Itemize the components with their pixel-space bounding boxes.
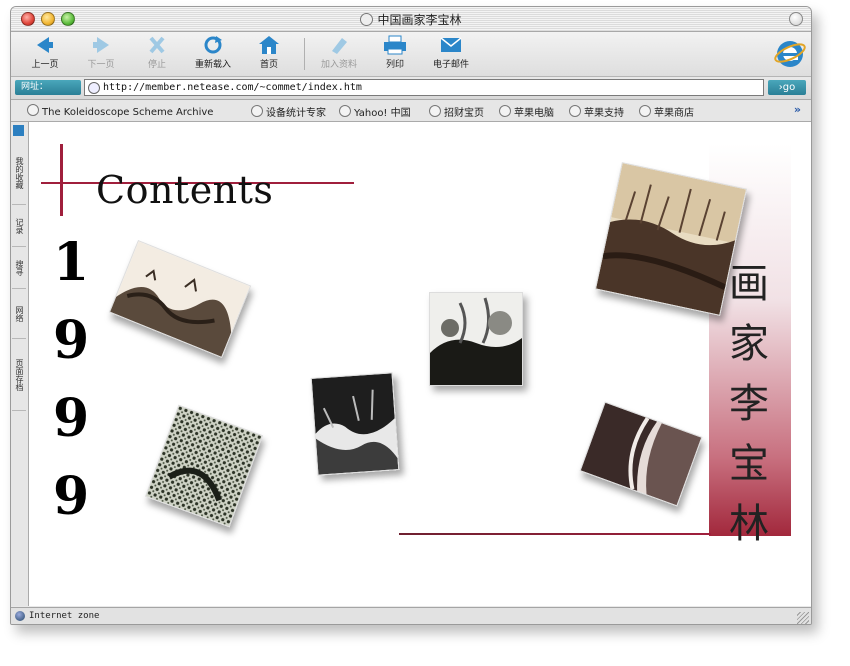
- bottom-rule: [399, 533, 711, 535]
- stop-x-icon: [149, 36, 165, 54]
- year-digit: 9: [53, 310, 90, 371]
- year-digit: 9: [53, 388, 90, 449]
- favorite-label: The Koleidoscope Scheme Archive: [42, 107, 214, 118]
- forward-arrow-icon: [93, 37, 109, 53]
- favorites-pen-icon: [332, 38, 347, 54]
- favorite-page-icon: [27, 104, 39, 116]
- home-icon: [259, 36, 279, 54]
- page-content: Contents 1 9 9 9 画 家 李 宝 林: [29, 122, 811, 606]
- favorite-link[interactable]: 苹果电脑: [499, 104, 554, 119]
- favorite-page-icon: [639, 105, 651, 117]
- artist-name-char: 林: [729, 501, 769, 547]
- explorer-bar-toggle-icon[interactable]: [13, 125, 24, 136]
- artist-name-vertical: 画 家 李 宝 林: [719, 254, 779, 554]
- favorite-page-icon: [499, 105, 511, 117]
- favorite-label: 苹果商店: [654, 108, 694, 119]
- favorite-label: 设备统计专家: [266, 108, 326, 119]
- printer-icon: [384, 35, 406, 55]
- painting-thumbnail-5[interactable]: [594, 162, 748, 316]
- year-digit: 1: [53, 232, 90, 293]
- side-tab-page-archive[interactable]: 页面存档: [12, 340, 26, 411]
- side-tab-favorites[interactable]: 我的收藏: [12, 142, 26, 205]
- window-title: 中国画家李宝林: [377, 13, 462, 27]
- explorer-side-tabs: 我的收藏 记录 搜寻 网络 页面存档: [11, 122, 29, 606]
- forward-label: 下一页: [87, 60, 115, 70]
- back-label: 上一页: [31, 60, 59, 70]
- page-icon: [360, 13, 374, 26]
- page-globe-icon: [88, 82, 100, 94]
- mail-label: 电子邮件: [432, 60, 469, 70]
- refresh-button[interactable]: 重新载入: [191, 35, 235, 70]
- refresh-icon: [204, 36, 222, 54]
- toolbar-toggle-button[interactable]: [789, 12, 803, 26]
- favorite-link[interactable]: 苹果商店: [639, 104, 694, 119]
- side-tab-label: 网络: [15, 306, 24, 322]
- resize-grip-icon[interactable]: [797, 612, 809, 624]
- favorite-label: 苹果电脑: [514, 108, 554, 119]
- favorites-bar: The Koleidoscope Scheme Archive 设备统计专家 Y…: [11, 100, 811, 122]
- stop-button[interactable]: 停止: [135, 35, 179, 70]
- side-tab-network[interactable]: 网络: [12, 290, 26, 339]
- browser-window: 中国画家李宝林 上一页 下一页 停止 重新载入 首页 加入资料 列印 电子邮件 …: [10, 6, 812, 625]
- internet-zone-globe-icon: [15, 611, 25, 621]
- title-bar[interactable]: 中国画家李宝林: [11, 7, 811, 32]
- year-digit: 9: [53, 466, 90, 527]
- stop-label: 停止: [147, 60, 166, 70]
- painting-thumbnail-6[interactable]: [579, 401, 703, 507]
- forward-button[interactable]: 下一页: [79, 35, 123, 70]
- print-label: 列印: [385, 60, 404, 70]
- artist-name-char: 家: [729, 321, 769, 367]
- home-button[interactable]: 首页: [247, 35, 291, 70]
- side-tab-label: 页面存档: [15, 359, 24, 391]
- favorite-page-icon: [339, 105, 351, 117]
- favorite-link[interactable]: 设备统计专家: [251, 104, 326, 119]
- favorite-link[interactable]: 苹果支持: [569, 104, 624, 119]
- print-button[interactable]: 列印: [373, 35, 417, 70]
- painting-thumbnail-2[interactable]: [144, 404, 264, 528]
- favorite-link[interactable]: Yahoo! 中国: [339, 104, 411, 119]
- address-url: http://member.netease.com/~commet/index.…: [103, 82, 362, 93]
- status-bar: Internet zone: [11, 607, 811, 624]
- address-bar: 网址： http://member.netease.com/~commet/in…: [11, 77, 811, 100]
- address-input[interactable]: http://member.netease.com/~commet/index.…: [84, 79, 764, 96]
- favorite-page-icon: [569, 105, 581, 117]
- painting-thumbnail-3[interactable]: [310, 372, 400, 476]
- go-label: go: [782, 82, 796, 93]
- painting-thumbnail-1[interactable]: [108, 239, 252, 359]
- back-arrow-icon: [37, 37, 53, 53]
- favorites-more-icon[interactable]: »: [794, 103, 801, 116]
- refresh-label: 重新载入: [194, 60, 231, 70]
- artist-name-char: 李: [729, 381, 769, 427]
- favorite-label: 苹果支持: [584, 108, 624, 119]
- favorites-label: 加入资料: [320, 60, 357, 70]
- address-label: 网址：: [15, 80, 81, 95]
- painting-thumbnail-4[interactable]: [429, 292, 523, 386]
- contents-heading[interactable]: Contents: [96, 168, 273, 212]
- favorites-button[interactable]: 加入资料: [317, 35, 361, 70]
- home-label: 首页: [259, 60, 278, 70]
- artist-name-char: 宝: [729, 441, 769, 487]
- favorite-link[interactable]: The Koleidoscope Scheme Archive: [27, 104, 213, 118]
- favorite-link[interactable]: 招财宝页: [429, 104, 484, 119]
- toolbar-separator: [304, 38, 305, 70]
- go-button[interactable]: ›go: [768, 80, 806, 95]
- favorite-page-icon: [429, 105, 441, 117]
- back-button[interactable]: 上一页: [23, 35, 67, 70]
- toolbar: 上一页 下一页 停止 重新载入 首页 加入资料 列印 电子邮件: [11, 32, 811, 77]
- crosshair-vertical-line: [60, 144, 63, 216]
- status-zone-text: Internet zone: [29, 611, 100, 621]
- favorite-label: 招财宝页: [444, 108, 484, 119]
- favorite-page-icon: [251, 105, 263, 117]
- favorite-label: Yahoo! 中国: [354, 108, 411, 119]
- side-tab-label: 我的收藏: [15, 157, 24, 189]
- mail-icon: [440, 37, 462, 52]
- side-tab-search[interactable]: 搜寻: [12, 248, 26, 289]
- internet-explorer-logo-icon[interactable]: [774, 36, 806, 70]
- mail-button[interactable]: 电子邮件: [429, 35, 473, 70]
- side-tab-history[interactable]: 记录: [12, 206, 26, 247]
- window-title-wrap: 中国画家李宝林: [11, 11, 811, 28]
- side-tab-label: 记录: [15, 218, 24, 234]
- side-tab-label: 搜寻: [15, 260, 24, 276]
